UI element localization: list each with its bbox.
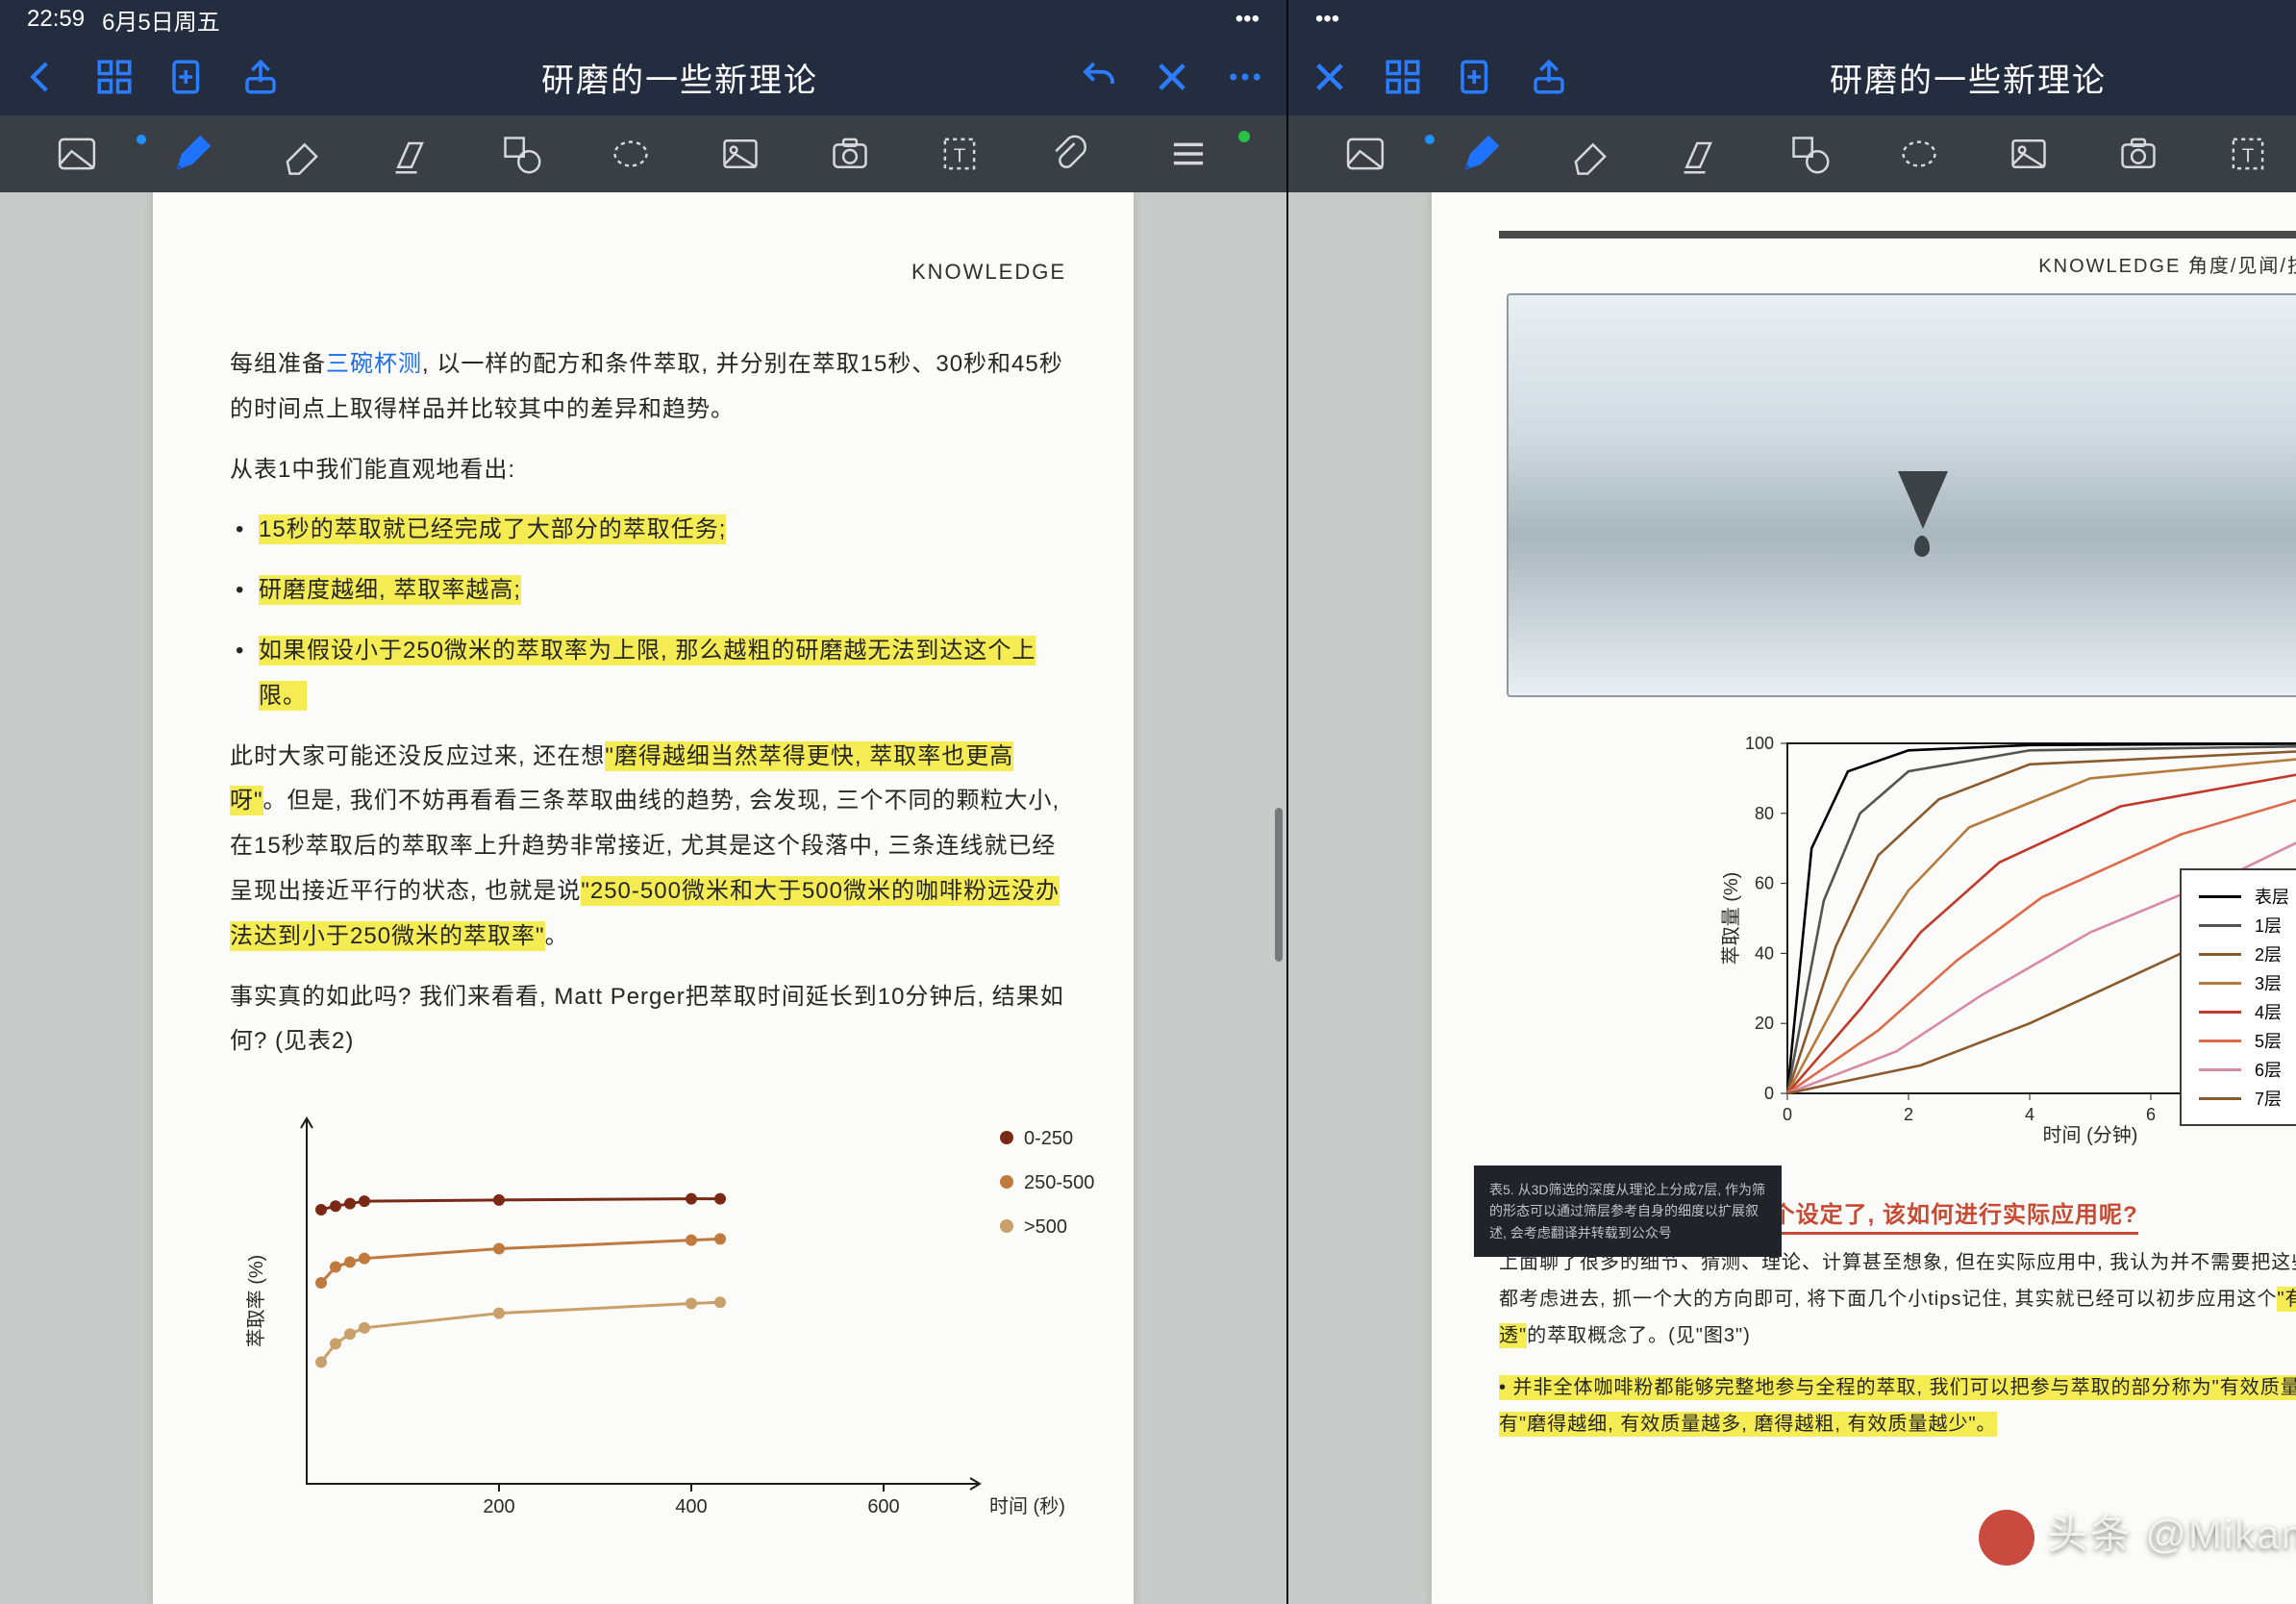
bullet-3: 如果假设小于250微米的萃取率为上限, 那么越粗的研磨越无法到达这个上限。 bbox=[230, 629, 1066, 719]
svg-text:时间 (分钟): 时间 (分钟) bbox=[2043, 1124, 2138, 1146]
lasso-tool-icon[interactable] bbox=[604, 127, 658, 181]
svg-text:250-500: 250-500 bbox=[1024, 1172, 1094, 1193]
chart-caption: 表5. 从3D筛选的深度从理论上分成7层, 作为筛的形态可以通过筛层参考自身的细… bbox=[1474, 1165, 1782, 1257]
svg-text:60: 60 bbox=[1755, 874, 1774, 893]
nav-bar-right: 研磨的一些新理论 bbox=[1288, 38, 2296, 115]
svg-text:萃取率 (%): 萃取率 (%) bbox=[245, 1255, 267, 1348]
highlighter-tool-icon[interactable] bbox=[1673, 127, 1727, 181]
left-page-area[interactable]: KNOWLEDGE 每组准备三碗杯测, 以一样的配方和条件萃取, 并分别在萃取1… bbox=[0, 192, 1286, 1604]
svg-text:2: 2 bbox=[1904, 1105, 1913, 1124]
page-kicker: KNOWLEDGE bbox=[230, 260, 1066, 285]
svg-text:T: T bbox=[954, 144, 966, 166]
undo-icon[interactable] bbox=[1079, 57, 1119, 97]
text-tool-icon[interactable]: T bbox=[933, 127, 986, 181]
svg-text:100: 100 bbox=[1745, 734, 1774, 753]
pen-tool-icon[interactable] bbox=[1454, 127, 1508, 181]
add-page-icon[interactable] bbox=[1456, 57, 1496, 97]
right-pane: ••• 61% 研磨的一些新理论 bbox=[1286, 0, 2296, 1604]
grid-icon[interactable] bbox=[1383, 57, 1423, 97]
tool-bar-left: T bbox=[0, 115, 1286, 192]
share-icon[interactable] bbox=[240, 57, 281, 97]
left-paper: KNOWLEDGE 每组准备三碗杯测, 以一样的配方和条件萃取, 并分别在萃取1… bbox=[153, 192, 1134, 1604]
tool-bar-right: T bbox=[1288, 115, 2296, 192]
rp-para-2: • 并非全体咖啡粉都能够完整地参与全程的萃取, 我们可以把参与萃取的部分称为"有… bbox=[1499, 1369, 2296, 1442]
bluetooth-dot-icon bbox=[137, 135, 146, 144]
svg-text:时间 (秒): 时间 (秒) bbox=[989, 1495, 1065, 1517]
page-kicker: KNOWLEDGE 角度/见闻/技艺 bbox=[1499, 244, 2296, 284]
svg-text:4: 4 bbox=[2025, 1105, 2034, 1124]
status-bar: 22:59 6月5日周五 ••• bbox=[0, 0, 1286, 38]
right-page-area[interactable]: KNOWLEDGE 角度/见闻/技艺 0246810020406080100时间… bbox=[1288, 192, 2296, 1604]
lasso-tool-icon[interactable] bbox=[1892, 127, 1946, 181]
close-icon[interactable] bbox=[1152, 57, 1192, 97]
share-icon[interactable] bbox=[1529, 57, 1569, 97]
image-tool-icon[interactable] bbox=[713, 127, 767, 181]
status-ellipsis: ••• bbox=[1315, 6, 1339, 33]
para-3: 事实真的如此吗? 我们来看看, Matt Perger把萃取时间延长到10分钟后… bbox=[230, 975, 1066, 1065]
svg-text:T: T bbox=[2242, 144, 2255, 166]
eraser-tool-icon[interactable] bbox=[1563, 127, 1617, 181]
svg-text:20: 20 bbox=[1755, 1014, 1774, 1033]
page-top-band bbox=[1499, 231, 2296, 238]
grid-icon[interactable] bbox=[94, 57, 135, 97]
status-date: 6月5日周五 bbox=[102, 3, 220, 37]
status-bar-right: ••• 61% bbox=[1288, 0, 2296, 38]
read-mode-icon[interactable] bbox=[1338, 127, 1392, 181]
scroll-indicator[interactable] bbox=[1275, 808, 1283, 962]
lead-para: 从表1中我们能直观地看出: bbox=[230, 448, 1066, 493]
right-chart: 0246810020406080100时间 (分钟)萃取量 (%) 表层1层2层… bbox=[1720, 724, 2296, 1166]
doc-title: 研磨的一些新理论 bbox=[541, 54, 818, 101]
svg-text:萃取量 (%): 萃取量 (%) bbox=[1720, 872, 1742, 965]
image-tool-icon[interactable] bbox=[2002, 127, 2056, 181]
svg-text:200: 200 bbox=[483, 1496, 514, 1517]
camera-tool-icon[interactable] bbox=[2111, 127, 2165, 181]
pen-tool-icon[interactable] bbox=[165, 127, 219, 181]
more-icon[interactable] bbox=[1225, 57, 1265, 97]
svg-text:600: 600 bbox=[867, 1496, 899, 1517]
attachment-tool-icon[interactable] bbox=[1042, 127, 1096, 181]
chart-legend: 表层1层2层3层4层5层6层7层 bbox=[2180, 868, 2296, 1126]
status-time: 22:59 bbox=[27, 6, 85, 33]
rp-para-1: 上面聊了很多的细节、猜测、理论、计算甚至想象, 但在实际应用中, 我认为并不需要… bbox=[1499, 1244, 2296, 1354]
text-tool-icon[interactable]: T bbox=[2221, 127, 2275, 181]
svg-text:6: 6 bbox=[2146, 1105, 2156, 1124]
add-page-icon[interactable] bbox=[167, 57, 208, 97]
svg-text:0: 0 bbox=[1764, 1084, 1774, 1103]
blue-text: 三碗杯测 bbox=[326, 351, 422, 377]
bullet-2: 研磨度越细, 萃取率越高; bbox=[230, 568, 1066, 614]
status-ellipsis: ••• bbox=[1235, 6, 1260, 33]
article-photo bbox=[1507, 293, 2296, 697]
svg-text:40: 40 bbox=[1755, 943, 1774, 963]
read-mode-icon[interactable] bbox=[50, 127, 104, 181]
left-chart: 2004006000-250250-500>500时间 (秒)萃取率 (%) bbox=[230, 1099, 1066, 1546]
shape-tool-icon[interactable] bbox=[494, 127, 548, 181]
svg-text:400: 400 bbox=[675, 1496, 707, 1517]
svg-text:0: 0 bbox=[1783, 1105, 1792, 1124]
close-split-icon[interactable] bbox=[1310, 57, 1350, 97]
svg-text:>500: >500 bbox=[1024, 1216, 1067, 1238]
intro-para: 每组准备三碗杯测, 以一样的配方和条件萃取, 并分别在萃取15秒、30秒和45秒… bbox=[230, 342, 1066, 433]
nav-bar-left: 研磨的一些新理论 bbox=[0, 38, 1286, 115]
svg-text:0-250: 0-250 bbox=[1024, 1128, 1073, 1149]
svg-text:80: 80 bbox=[1755, 804, 1774, 823]
eraser-tool-icon[interactable] bbox=[275, 127, 329, 181]
bluetooth-dot-icon bbox=[1425, 135, 1435, 144]
back-icon[interactable] bbox=[21, 57, 62, 97]
shape-tool-icon[interactable] bbox=[1783, 127, 1836, 181]
para-2: 此时大家可能还没反应过来, 还在想"磨得越细当然萃得更快, 萃取率也更高呀"。但… bbox=[230, 735, 1066, 960]
right-paper: KNOWLEDGE 角度/见闻/技艺 0246810020406080100时间… bbox=[1432, 192, 2296, 1604]
camera-tool-icon[interactable] bbox=[823, 127, 877, 181]
left-pane: 22:59 6月5日周五 ••• 研磨的一些新理论 bbox=[0, 0, 1286, 1604]
menu-status-dot-icon bbox=[1238, 131, 1250, 142]
bullet-1: 15秒的萃取就已经完成了大部分的萃取任务; bbox=[230, 508, 1066, 553]
doc-title: 研磨的一些新理论 bbox=[1830, 54, 2107, 101]
menu-tool-icon[interactable] bbox=[1161, 127, 1215, 181]
highlighter-tool-icon[interactable] bbox=[385, 127, 438, 181]
